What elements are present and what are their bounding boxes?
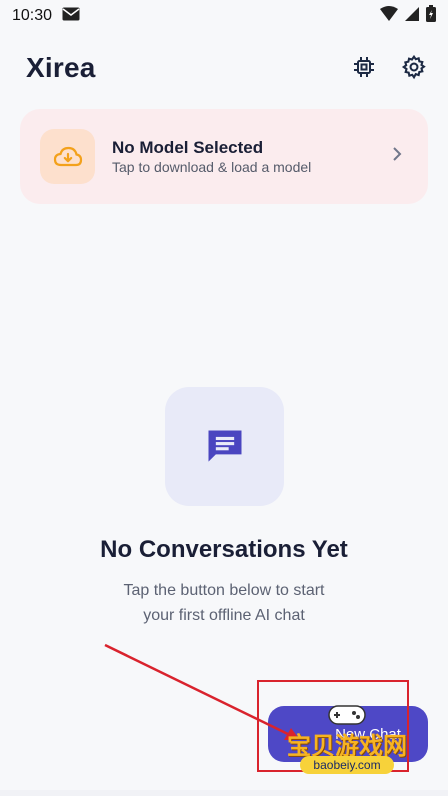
annotation-arrow: [104, 643, 300, 740]
bottom-bar: [0, 790, 448, 796]
